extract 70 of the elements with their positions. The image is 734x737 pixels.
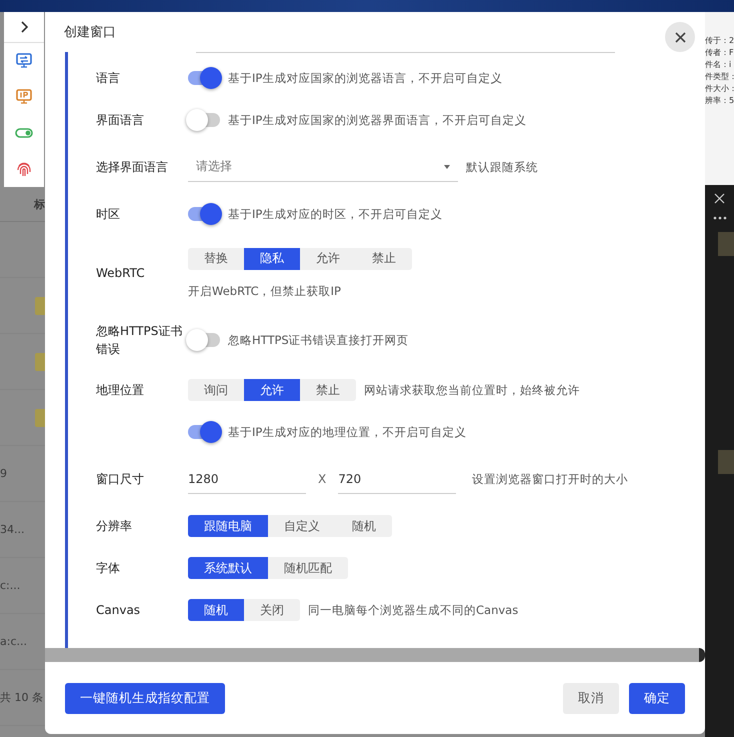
tag bbox=[35, 408, 45, 426]
option-note: 网站请求获取您当前位置时，始终被允许 bbox=[364, 382, 580, 398]
segment-option[interactable]: 关闭 bbox=[244, 599, 300, 621]
field-label: 界面语言 bbox=[96, 112, 145, 129]
ip-monitor-icon[interactable] bbox=[16, 89, 32, 105]
column-header: 标 bbox=[34, 196, 45, 212]
horizontal-scrollbar[interactable] bbox=[45, 648, 705, 662]
segment-option[interactable]: 系统默认 bbox=[188, 557, 268, 579]
toggle-icon[interactable] bbox=[15, 128, 33, 138]
option-description: 基于IP生成对应的时区，不开启可自定义 bbox=[228, 206, 442, 222]
info-line: 件大小： bbox=[705, 83, 734, 94]
generate-fingerprint-button[interactable]: 一键随机生成指纹配置 bbox=[65, 682, 225, 714]
dialog-title: 创建窗口 bbox=[64, 24, 116, 41]
fingerprint-icon[interactable] bbox=[16, 160, 32, 178]
segment-option[interactable]: 自定义 bbox=[268, 515, 336, 537]
option-description: 开启WebRTC，但禁止获取IP bbox=[188, 284, 341, 298]
field-label: Canvas bbox=[96, 602, 142, 619]
size-separator: X bbox=[317, 472, 328, 486]
chevron-right-icon[interactable] bbox=[20, 21, 28, 33]
tag bbox=[35, 352, 45, 370]
field-label: 分辨率 bbox=[96, 518, 133, 535]
option-note: 同一电脑每个浏览器生成不同的Canvas bbox=[308, 602, 518, 618]
segment-option[interactable]: 随机 bbox=[336, 515, 392, 537]
field-label: 窗口尺寸 bbox=[96, 471, 145, 488]
info-line: 件名：i bbox=[705, 59, 732, 70]
option-description: 基于IP生成对应国家的浏览器语言，不开启可自定义 bbox=[228, 70, 502, 86]
segment-option[interactable]: 跟随电脑 bbox=[188, 515, 268, 537]
confirm-button[interactable]: 确定 bbox=[629, 682, 685, 714]
photo-placeholder bbox=[718, 232, 734, 256]
table-cell-text: 9 bbox=[0, 467, 8, 480]
table-cell-text: a:c... bbox=[0, 635, 28, 648]
table-cell-text: 共 10 条 bbox=[0, 690, 44, 705]
field-label: 选择界面语言 bbox=[96, 159, 169, 176]
select-placeholder: 请选择 bbox=[196, 158, 232, 175]
segment-option[interactable]: 禁止 bbox=[300, 379, 356, 401]
field-label: 时区 bbox=[96, 206, 121, 223]
info-line: 传于：2 bbox=[705, 35, 734, 46]
monitor-icon[interactable] bbox=[16, 53, 32, 69]
field-label: 地理位置 bbox=[96, 382, 145, 399]
field-label: WebRTC bbox=[96, 265, 146, 282]
option-note: 默认跟随系统 bbox=[466, 160, 538, 174]
segment-option[interactable]: 允许 bbox=[300, 248, 356, 270]
table-cell-text: c:... bbox=[0, 579, 22, 592]
option-description: 忽略HTTPS证书错误直接打开网页 bbox=[228, 332, 409, 348]
segment-option[interactable]: 替换 bbox=[188, 248, 244, 270]
segment-option[interactable]: 随机 bbox=[188, 599, 244, 621]
dropdown-caret-icon bbox=[444, 164, 450, 168]
info-line: 件类型： bbox=[705, 71, 734, 82]
option-description: 基于IP生成对应的地理位置，不开启可自定义 bbox=[228, 424, 466, 440]
segment-option[interactable]: 允许 bbox=[244, 379, 300, 401]
close-icon[interactable] bbox=[714, 193, 725, 204]
field-label: 语言 bbox=[96, 70, 121, 87]
table-cell-text: 34... bbox=[0, 523, 26, 536]
tag bbox=[35, 296, 45, 314]
segment-option[interactable]: 询问 bbox=[188, 379, 244, 401]
close-button[interactable] bbox=[665, 22, 695, 52]
segment-option[interactable]: 随机匹配 bbox=[268, 557, 348, 579]
segment-option[interactable]: 禁止 bbox=[356, 248, 412, 270]
field-label: 忽略HTTPS证书错误 bbox=[96, 323, 184, 358]
info-line: 辨率：5 bbox=[705, 95, 734, 106]
photo-placeholder bbox=[718, 450, 734, 474]
option-note: 设置浏览器窗口打开时的大小 bbox=[472, 472, 628, 486]
close-icon bbox=[674, 32, 686, 42]
more-icon[interactable] bbox=[712, 216, 726, 220]
field-label: 字体 bbox=[96, 560, 121, 577]
option-description: 基于IP生成对应国家的浏览器界面语言，不开启可自定义 bbox=[228, 112, 526, 128]
segment-option[interactable]: 隐私 bbox=[244, 248, 300, 270]
info-line: 传者：F bbox=[705, 47, 734, 58]
cancel-button[interactable]: 取消 bbox=[563, 682, 619, 714]
language-select[interactable]: 请选择 bbox=[188, 152, 458, 182]
